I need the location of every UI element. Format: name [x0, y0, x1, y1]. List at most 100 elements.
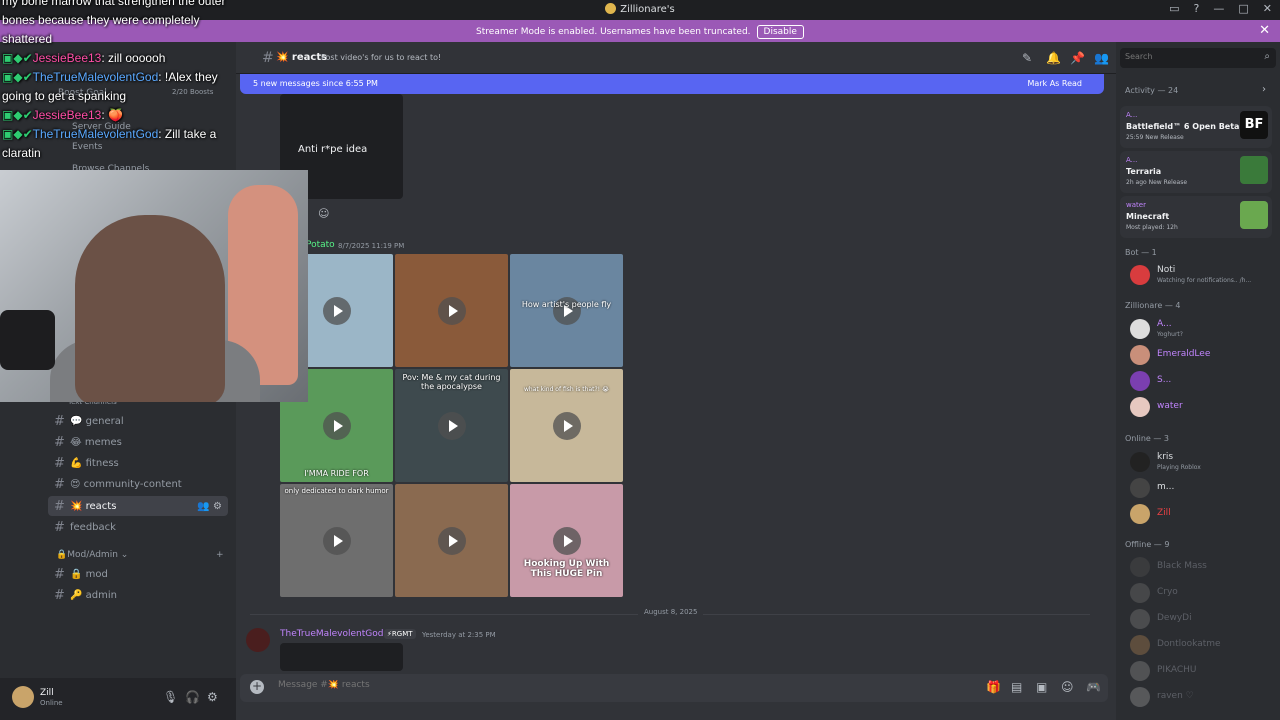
- video-tile[interactable]: Hooking Up With This HUGE Pin: [510, 484, 623, 597]
- new-messages-bar[interactable]: 5 new messages since 6:55 PM Mark As Rea…: [240, 74, 1104, 94]
- microphone-icon[interactable]: 🎙: [163, 690, 178, 704]
- mark-as-read-button[interactable]: Mark As Read: [1027, 79, 1082, 88]
- date-divider: August 8, 2025: [250, 608, 1090, 616]
- settings-icon[interactable]: ⚙: [207, 690, 218, 704]
- hash-icon: #: [54, 519, 65, 535]
- emoji-reaction-icon[interactable]: ☺: [318, 207, 329, 220]
- play-icon[interactable]: [323, 297, 351, 325]
- member-row[interactable]: water: [1122, 392, 1272, 422]
- gif-icon[interactable]: ▤: [1011, 680, 1022, 694]
- zillionare-group-header: Zillionare — 4: [1125, 301, 1181, 310]
- threads-icon[interactable]: ✎: [1022, 51, 1032, 65]
- channel-feedback[interactable]: # feedback: [48, 517, 228, 537]
- online-group-header: Online — 3: [1125, 434, 1169, 443]
- emoji-icon[interactable]: ☺: [1061, 680, 1074, 694]
- activity-card[interactable]: water Minecraft Most played: 12h: [1120, 196, 1272, 238]
- avatar: [1130, 635, 1150, 655]
- play-icon[interactable]: [438, 527, 466, 555]
- minimize-button[interactable]: —: [1213, 2, 1224, 15]
- hash-icon: #: [54, 566, 65, 582]
- maximize-button[interactable]: □: [1238, 2, 1248, 15]
- avatar: [1130, 265, 1150, 285]
- activity-card[interactable]: A... Battlefield™ 6 Open Beta 25:59 New Re…: [1120, 106, 1272, 148]
- settings-gear-icon[interactable]: 👥 ⚙: [197, 501, 222, 512]
- avatar: [1130, 661, 1150, 681]
- message-input[interactable]: [278, 680, 778, 690]
- hash-icon: #: [54, 434, 65, 450]
- pin-icon[interactable]: 📌: [1070, 51, 1085, 65]
- video-tile[interactable]: [395, 254, 508, 367]
- add-attachment-button[interactable]: +: [250, 680, 264, 694]
- game-thumbnail: [1240, 201, 1268, 229]
- offline-group-header: Offline — 9: [1125, 540, 1170, 549]
- channel-admin[interactable]: # 🔑 admin: [48, 585, 228, 605]
- headphones-icon[interactable]: 🎧: [185, 690, 200, 704]
- stream-chat-overlay: my bone marrow that strengthen the outer…: [2, 0, 242, 163]
- add-channel-icon[interactable]: +: [216, 550, 224, 560]
- apps-icon[interactable]: 🎮: [1086, 680, 1101, 694]
- search-box[interactable]: ⌕: [1120, 48, 1276, 68]
- chat-line: my bone marrow that strengthen the outer…: [2, 0, 226, 46]
- play-icon[interactable]: [553, 527, 581, 555]
- channel-fitness[interactable]: # 💪 fitness: [48, 453, 228, 473]
- user-panel: Zill Online 🎙 🎧 ⚙: [0, 678, 236, 720]
- avatar: [1130, 557, 1150, 577]
- window-controls: ▭ ? — □ ✕: [1169, 2, 1272, 15]
- message-timestamp: Yesterday at 2:35 PM: [422, 631, 496, 639]
- video-tile[interactable]: Pov: Me & my cat during the apocalypse: [395, 369, 508, 482]
- bell-icon[interactable]: 🔔: [1046, 51, 1061, 65]
- inbox-icon[interactable]: ▭: [1169, 2, 1179, 15]
- sticker-icon[interactable]: ▣: [1036, 680, 1047, 694]
- bot-group-header: Bot — 1: [1125, 248, 1157, 257]
- message-timestamp: 8/7/2025 11:19 PM: [338, 242, 405, 250]
- webcam-overlay: [0, 170, 308, 402]
- microphone: [0, 310, 55, 370]
- play-icon[interactable]: [438, 412, 466, 440]
- channel-header: # 💥 reacts Post video's for us to react …: [236, 42, 1116, 74]
- message-author[interactable]: TheTrueMalevolentGod: [280, 629, 383, 639]
- member-row[interactable]: Noti Watching for notifications.. /h...: [1122, 260, 1272, 290]
- message-composer: + 🎁 ▤ ▣ ☺ 🎮: [240, 674, 1108, 702]
- message-author[interactable]: Potato: [306, 240, 335, 250]
- channel-general[interactable]: # 💬 general: [48, 411, 228, 431]
- channel-memes[interactable]: # 😂 memes: [48, 432, 228, 452]
- video-tile[interactable]: only dedicated to dark humor: [280, 484, 393, 597]
- person: [75, 215, 225, 402]
- avatar: [1130, 371, 1150, 391]
- close-window-button[interactable]: ✕: [1263, 2, 1272, 15]
- play-icon[interactable]: [553, 412, 581, 440]
- member-row[interactable]: raven ♡: [1122, 682, 1272, 712]
- member-row[interactable]: Zill: [1122, 499, 1272, 529]
- play-icon[interactable]: [323, 412, 351, 440]
- video-tile[interactable]: How artist's people fly: [510, 254, 623, 367]
- channel-mod[interactable]: # 🔒 mod: [48, 564, 228, 584]
- activity-card[interactable]: A... Terraria 2h ago New Release: [1120, 151, 1272, 193]
- chevron-right-icon[interactable]: ›: [1262, 84, 1266, 95]
- avatar: [1130, 583, 1150, 603]
- help-icon[interactable]: ?: [1194, 2, 1200, 15]
- avatar[interactable]: [246, 628, 270, 652]
- avatar: [1130, 504, 1150, 524]
- play-icon[interactable]: [438, 297, 466, 325]
- disable-button[interactable]: Disable: [756, 25, 804, 39]
- avatar: [1130, 687, 1150, 707]
- members-icon[interactable]: 👥: [1094, 51, 1109, 65]
- channel-community-content[interactable]: # 😍 community-content: [48, 474, 228, 494]
- hash-icon: #: [54, 587, 65, 603]
- hash-icon: #: [262, 50, 274, 66]
- channel-reacts[interactable]: # 💥 reacts 👥 ⚙: [48, 496, 228, 516]
- play-icon[interactable]: [323, 527, 351, 555]
- video-embed[interactable]: [280, 643, 403, 671]
- close-icon[interactable]: ✕: [1259, 23, 1270, 38]
- video-grid: How artist's people fly I'MMA RIDE FOR P…: [280, 254, 624, 598]
- video-tile[interactable]: [395, 484, 508, 597]
- avatar[interactable]: [12, 686, 34, 708]
- gift-icon[interactable]: 🎁: [986, 680, 1001, 694]
- avatar: [1130, 319, 1150, 339]
- chat-line: ▣◆✔JessieBee13: 🍑: [2, 108, 123, 122]
- video-tile[interactable]: what kind of fish is that?! 😭: [510, 369, 623, 482]
- game-thumbnail: BF: [1240, 111, 1268, 139]
- mod-admin-category[interactable]: 🔒Mod/Admin ⌄ +: [56, 550, 224, 560]
- search-input[interactable]: [1125, 52, 1255, 61]
- avatar: [1130, 609, 1150, 629]
